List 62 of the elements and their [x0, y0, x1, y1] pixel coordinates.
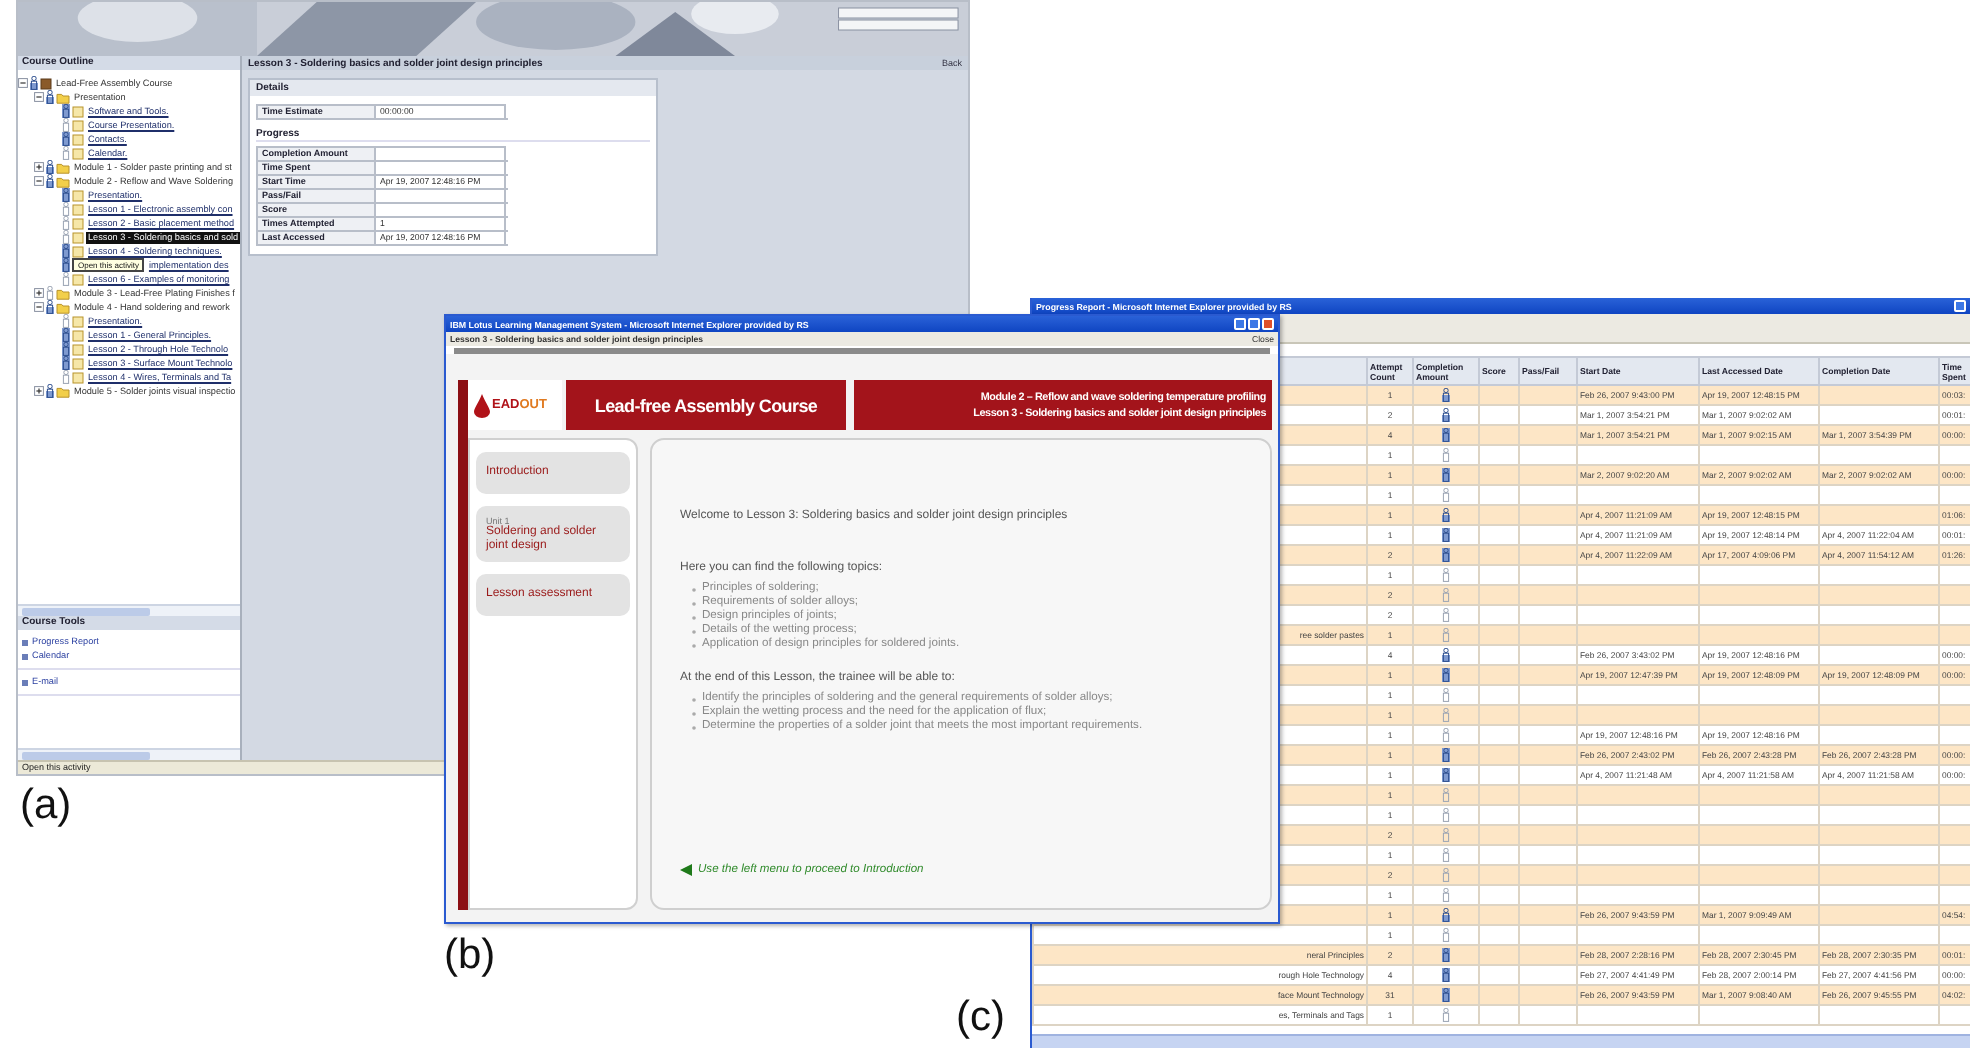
expand-icon[interactable]	[34, 162, 44, 172]
completion-figure-icon	[1442, 967, 1450, 981]
completion-figure-icon	[1442, 587, 1450, 601]
completion-figure-icon	[1442, 947, 1450, 961]
completion-figure-icon	[1442, 667, 1450, 681]
expand-icon[interactable]	[34, 386, 44, 396]
bullet-icon	[22, 653, 28, 659]
completion-figure-icon	[1442, 827, 1450, 841]
panel-label: (c)	[956, 994, 1005, 1042]
expand-icon[interactable]	[34, 288, 44, 298]
completion-figure-icon	[1442, 987, 1450, 1001]
completion-figure-icon	[1442, 707, 1450, 721]
completion-figure-icon	[1442, 767, 1450, 781]
completion-figure-icon	[1442, 727, 1450, 741]
completion-figure-icon	[1442, 1007, 1450, 1021]
maximize-button[interactable]	[1248, 318, 1260, 330]
close-button[interactable]	[1262, 318, 1274, 330]
drop-logo-icon	[474, 393, 490, 417]
completion-figure-icon	[1442, 647, 1450, 661]
completion-figure-icon	[1442, 427, 1450, 441]
completion-figure-icon	[1442, 687, 1450, 701]
completion-figure-icon	[1442, 387, 1450, 401]
minimize-button[interactable]	[1234, 318, 1246, 330]
progress-figure-icon	[46, 90, 54, 104]
book-icon	[40, 77, 52, 89]
bullet-icon	[22, 679, 28, 685]
completion-figure-icon	[1442, 907, 1450, 921]
completion-figure-icon	[1442, 527, 1450, 541]
completion-figure-icon	[1442, 607, 1450, 621]
bullet-icon	[22, 639, 28, 645]
maximize-button[interactable]	[1954, 300, 1966, 312]
completion-figure-icon	[1442, 507, 1450, 521]
completion-figure-icon	[1442, 467, 1450, 481]
completion-figure-icon	[1442, 487, 1450, 501]
panel-label: (a)	[20, 782, 72, 830]
completion-figure-icon	[1442, 407, 1450, 421]
completion-figure-icon	[1442, 447, 1450, 461]
collapse-icon[interactable]	[34, 302, 44, 312]
scrollbar[interactable]	[18, 748, 240, 760]
completion-figure-icon	[1442, 887, 1450, 901]
completion-figure-icon	[1442, 627, 1450, 641]
course-title: Lead-free Assembly Course	[566, 380, 846, 430]
completion-figure-icon	[1442, 787, 1450, 801]
folder-icon	[56, 91, 70, 103]
scrollbar[interactable]	[18, 604, 240, 616]
page-icon	[72, 273, 84, 285]
completion-figure-icon	[1442, 747, 1450, 761]
arrow-icon	[680, 864, 692, 876]
progress-figure-icon	[30, 76, 38, 90]
collapse-icon[interactable]	[34, 92, 44, 102]
completion-figure-icon	[1442, 847, 1450, 861]
collapse-icon[interactable]	[34, 176, 44, 186]
completion-figure-icon	[1442, 567, 1450, 581]
panel-label: (b)	[444, 932, 496, 980]
completion-figure-icon	[1442, 927, 1450, 941]
completion-figure-icon	[1442, 547, 1450, 561]
completion-figure-icon	[1442, 867, 1450, 881]
scrollbar[interactable]	[1032, 1034, 1970, 1048]
completion-figure-icon	[1442, 807, 1450, 821]
progress-figure-icon	[46, 384, 54, 398]
folder-icon	[56, 385, 70, 397]
collapse-icon[interactable]	[18, 78, 28, 88]
